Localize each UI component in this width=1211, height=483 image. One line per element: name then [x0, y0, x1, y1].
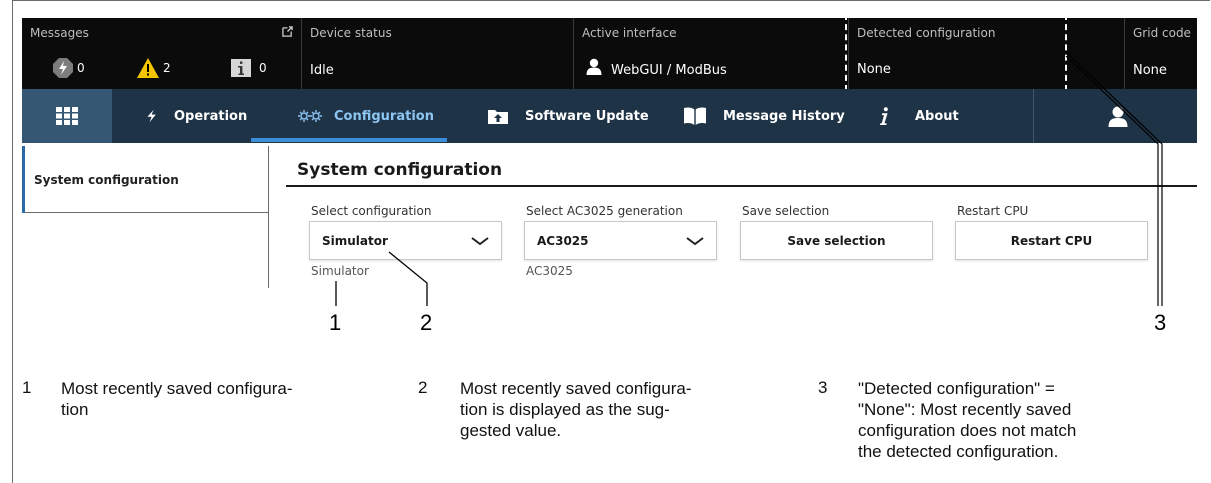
callout-number-3: 3: [1154, 310, 1167, 335]
callout-number-2: 2: [420, 310, 433, 335]
callout-line-3b: [1065, 55, 1159, 306]
callout-line-3a: [1065, 51, 1163, 306]
callout-number-1: 1: [329, 310, 342, 335]
legend-number-1: 1: [22, 378, 32, 397]
legend-number-3: 3: [818, 378, 828, 397]
legend-number-2: 2: [418, 378, 428, 397]
legend-text-3: "Detected configuration" = "None": Most …: [858, 379, 1077, 461]
callout-line-2: [388, 251, 428, 306]
legend-text-2: Most recently saved configura- tion is d…: [460, 379, 692, 440]
legend-text-1: Most recently saved configura- tion: [61, 379, 293, 419]
